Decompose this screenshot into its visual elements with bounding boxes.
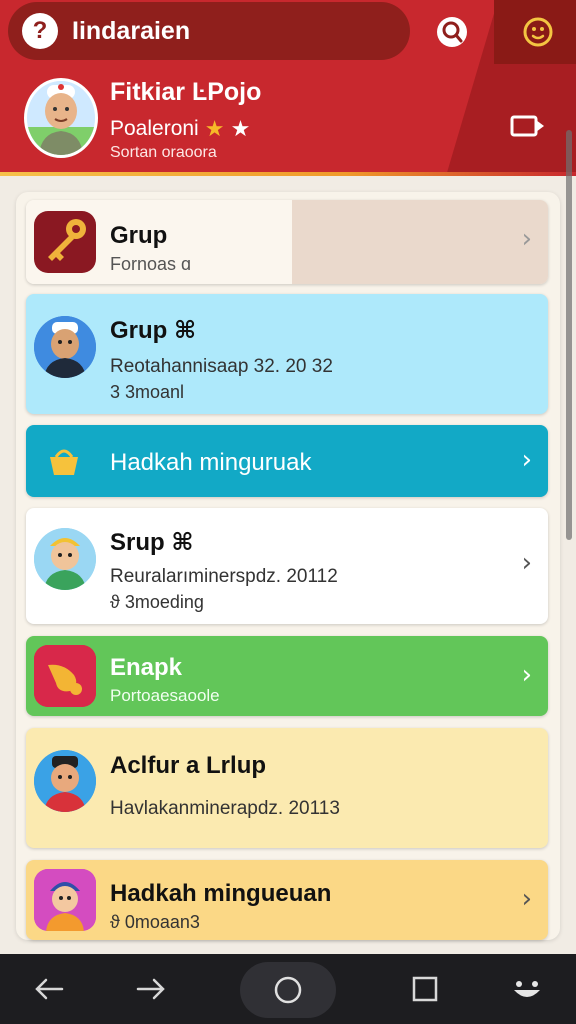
avatar [34,750,96,812]
list-item-subtitle: Reotahannisaap 32. 20 32 [110,356,333,377]
search-bar[interactable]: ? Iindaraien [8,2,410,60]
list-item[interactable]: Grup Fornoas ɑ › [26,200,548,284]
chevron-right-icon: › [521,660,532,690]
scrollbar[interactable] [566,130,572,540]
home-circle-icon [274,976,302,1004]
list-item-subtitle: Havlakanminerapdz. 20113 [110,798,340,819]
avatar [34,528,96,590]
chevron-right-icon: › [521,445,532,475]
profile-status-text: Poaleroni [110,117,199,140]
list-item-meta: 3 3moanl [110,382,185,402]
forward-arrow-icon[interactable] [126,964,176,1014]
list-item-subtitle: Reuralarıminerspdz. 20112 [110,566,338,587]
list-item[interactable]: Aclfur a Lrlup Havlakanminerapdz. 20113 [26,728,548,848]
app-title: Iindaraien [72,16,191,45]
key-icon [34,211,96,273]
chevron-right-icon: › [521,548,532,578]
list-item-meta: ϑ 3moeding [110,592,204,612]
header-accent-stripe [0,172,576,176]
list-item-subtitle: Fornoas ɑ [110,254,192,274]
list-item[interactable]: Enapk Portoaesaoole › [26,636,548,716]
horn-icon [34,645,96,707]
list-item-title: Aclfur a Lrlup [110,752,267,779]
list-item-subtitle: Portoaesaoole [110,686,220,705]
chevron-right-icon: › [521,884,532,914]
star-icon: ★ [204,116,225,141]
basket-icon [46,445,82,482]
exit-icon[interactable] [508,106,548,146]
star-icon: ★ [230,116,251,141]
list-item-title: Hadkah minguruak [110,449,312,476]
app-header: ? Iindaraien Fitkiar ĿPojo Poaleroni ★ ★… [0,0,576,176]
profile-status: Poaleroni ★ ★ [110,116,250,142]
profile-name: Fitkiar ĿPojo [110,78,262,106]
face-icon[interactable] [502,964,552,1014]
list-item-title: Enapk [110,654,183,681]
avatar [34,316,96,378]
rating-stars: ★ ★ [205,116,251,142]
search-icon[interactable] [432,12,472,52]
back-arrow-icon[interactable] [24,964,74,1014]
home-button[interactable] [240,962,336,1018]
list-item-title: Grup [110,222,168,249]
profile-avatar[interactable] [24,78,98,158]
list-item[interactable]: Grup ⌘ Reotahannisaap 32. 20 32 3 3moanl [26,294,548,414]
list-item-title: Grup ⌘ [110,317,197,344]
profile-meta: Sortan oraoora [110,144,217,161]
list-item-title: Hadkah mingueuan [110,880,332,907]
system-nav-bar [0,954,576,1024]
smiley-icon[interactable] [518,12,558,52]
list-item-title: Srup ⌘ [110,529,194,556]
list-item-subtitle: ϑ 0moaan3 [110,912,200,932]
list-item[interactable]: Srup ⌘ Reuralarıminerspdz. 20112 ϑ 3moed… [26,508,548,624]
list-item[interactable]: Hadkah mingueuan ϑ 0moaan3 › [26,860,548,940]
avatar [34,869,96,931]
recents-square-icon[interactable] [400,964,450,1014]
list-item[interactable]: Hadkah minguruak › [26,425,548,497]
help-icon[interactable]: ? [22,13,58,49]
chevron-right-icon: › [521,224,532,254]
